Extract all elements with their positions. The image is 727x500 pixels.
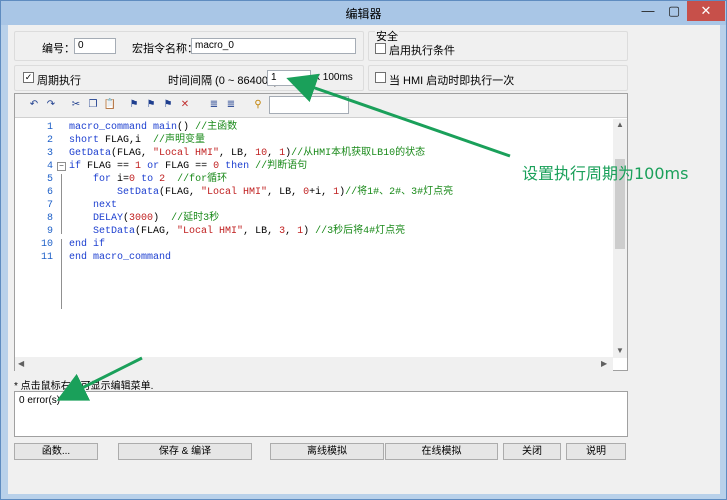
horizontal-scrollbar[interactable]: ◀ ▶: [15, 357, 613, 371]
enable-condition-checkbox[interactable]: [375, 43, 386, 54]
macro-name-input[interactable]: macro_0: [191, 38, 356, 54]
dialog-client: 编号： 0 宏指令名称： macro_0 安全 启用执行条件 ✓ 周期执行 时间…: [8, 25, 720, 494]
undo-icon[interactable]: ↶: [27, 98, 41, 112]
line-number: 11: [40, 252, 53, 263]
editor-window: 编辑器 — ▢ ✕ 编号： 0 宏指令名称： macro_0 安全 启用执行条件…: [0, 0, 727, 500]
editor-toolbar: ↶ ↷ ✂ ❐ 📋 ⚑ ⚑ ⚑ ✕ ≣ ≣ ⚲: [15, 94, 627, 118]
window-title: 编辑器: [345, 7, 382, 21]
online-sim-button[interactable]: 在线模拟: [385, 443, 498, 460]
fold-guide: [61, 239, 62, 309]
line-number: 3: [46, 148, 53, 159]
paste-icon[interactable]: 📋: [103, 98, 117, 112]
minimize-button[interactable]: —: [635, 1, 661, 21]
title-bar[interactable]: 编辑器 — ▢ ✕: [1, 1, 726, 25]
code-editor[interactable]: ↶ ↷ ✂ ❐ 📋 ⚑ ⚑ ⚑ ✕ ≣ ≣ ⚲ 1 macro_command m…: [14, 93, 628, 371]
bookmark-next-icon[interactable]: ⚑: [144, 98, 158, 112]
code-text[interactable]: end macro_command: [69, 252, 171, 264]
code-text[interactable]: macro_command main() //主函数: [69, 122, 237, 134]
line-number: 9: [46, 226, 53, 237]
hmi-once-checkbox[interactable]: [375, 72, 386, 83]
line-number: 1: [46, 122, 53, 133]
line-number: 7: [46, 200, 53, 211]
line-number: 5: [46, 174, 53, 185]
code-text[interactable]: SetData(FLAG, "Local HMI", LB, 0+i, 1)//…: [69, 187, 453, 199]
annotation-text: 设置执行周期为100ms: [522, 164, 689, 183]
vertical-scrollbar[interactable]: ▲ ▼: [613, 119, 627, 358]
id-label: 编号：: [42, 43, 75, 55]
code-text[interactable]: next: [69, 200, 117, 212]
hmi-once-label: 当 HMI 启动时即执行一次: [389, 75, 515, 87]
bookmark-prev-icon[interactable]: ⚑: [161, 98, 175, 112]
interval-input[interactable]: 1: [267, 70, 311, 86]
line-number: 6: [46, 187, 53, 198]
interval-unit: x 100ms: [315, 72, 353, 83]
scroll-up-icon[interactable]: ▲: [616, 120, 624, 129]
code-text[interactable]: DELAY(3000) //延时3秒: [69, 213, 219, 225]
scroll-down-icon[interactable]: ▼: [616, 346, 624, 355]
close-button[interactable]: 关闭: [503, 443, 561, 460]
fold-guide: [61, 174, 62, 234]
code-text[interactable]: short FLAG,i //声明变量: [69, 135, 205, 147]
compile-output: 0 error(s): [14, 391, 628, 437]
scroll-right-icon[interactable]: ▶: [601, 359, 607, 368]
code-area[interactable]: 1 macro_command main() //主函数 2 short FLAG,i…: [15, 119, 613, 359]
fold-toggle-icon[interactable]: −: [57, 162, 66, 171]
line-number: 2: [46, 135, 53, 146]
code-text[interactable]: end if: [69, 239, 105, 251]
bookmark-clear-icon[interactable]: ✕: [178, 98, 192, 112]
code-text[interactable]: GetData(FLAG, "Local HMI", LB, 10, 1)//从…: [69, 148, 425, 160]
redo-icon[interactable]: ↷: [44, 98, 58, 112]
close-window-button[interactable]: ✕: [687, 1, 725, 21]
save-compile-button[interactable]: 保存 & 编译: [118, 443, 252, 460]
find-input[interactable]: [269, 96, 349, 114]
scroll-left-icon[interactable]: ◀: [18, 359, 24, 368]
line-number: 4: [46, 161, 53, 172]
copy-icon[interactable]: ❐: [86, 98, 100, 112]
context-menu-hint: * 点击鼠标右键可显示编辑菜单.: [14, 381, 154, 392]
maximize-button[interactable]: ▢: [661, 1, 687, 21]
code-text[interactable]: SetData(FLAG, "Local HMI", LB, 3, 1) //3…: [69, 226, 405, 238]
cut-icon[interactable]: ✂: [69, 98, 83, 112]
offline-sim-button[interactable]: 离线模拟: [270, 443, 384, 460]
find-icon[interactable]: ⚲: [251, 98, 265, 112]
enable-condition-label: 启用执行条件: [389, 45, 455, 57]
periodic-checkbox[interactable]: ✓: [23, 72, 34, 83]
macro-name-label: 宏指令名称：: [132, 43, 198, 55]
bookmark-toggle-icon[interactable]: ⚑: [127, 98, 141, 112]
periodic-label: 周期执行: [37, 75, 81, 87]
code-text[interactable]: if FLAG == 1 or FLAG == 0 then //判断语句: [69, 161, 307, 173]
line-number: 8: [46, 213, 53, 224]
help-button[interactable]: 说明: [566, 443, 626, 460]
indent-icon[interactable]: ≣: [207, 98, 221, 112]
outdent-icon[interactable]: ≣: [224, 98, 238, 112]
line-number: 10: [40, 239, 53, 250]
id-input[interactable]: 0: [74, 38, 116, 54]
code-text[interactable]: for i=0 to 2 //for循环: [69, 174, 227, 186]
functions-button[interactable]: 函数...: [14, 443, 98, 460]
